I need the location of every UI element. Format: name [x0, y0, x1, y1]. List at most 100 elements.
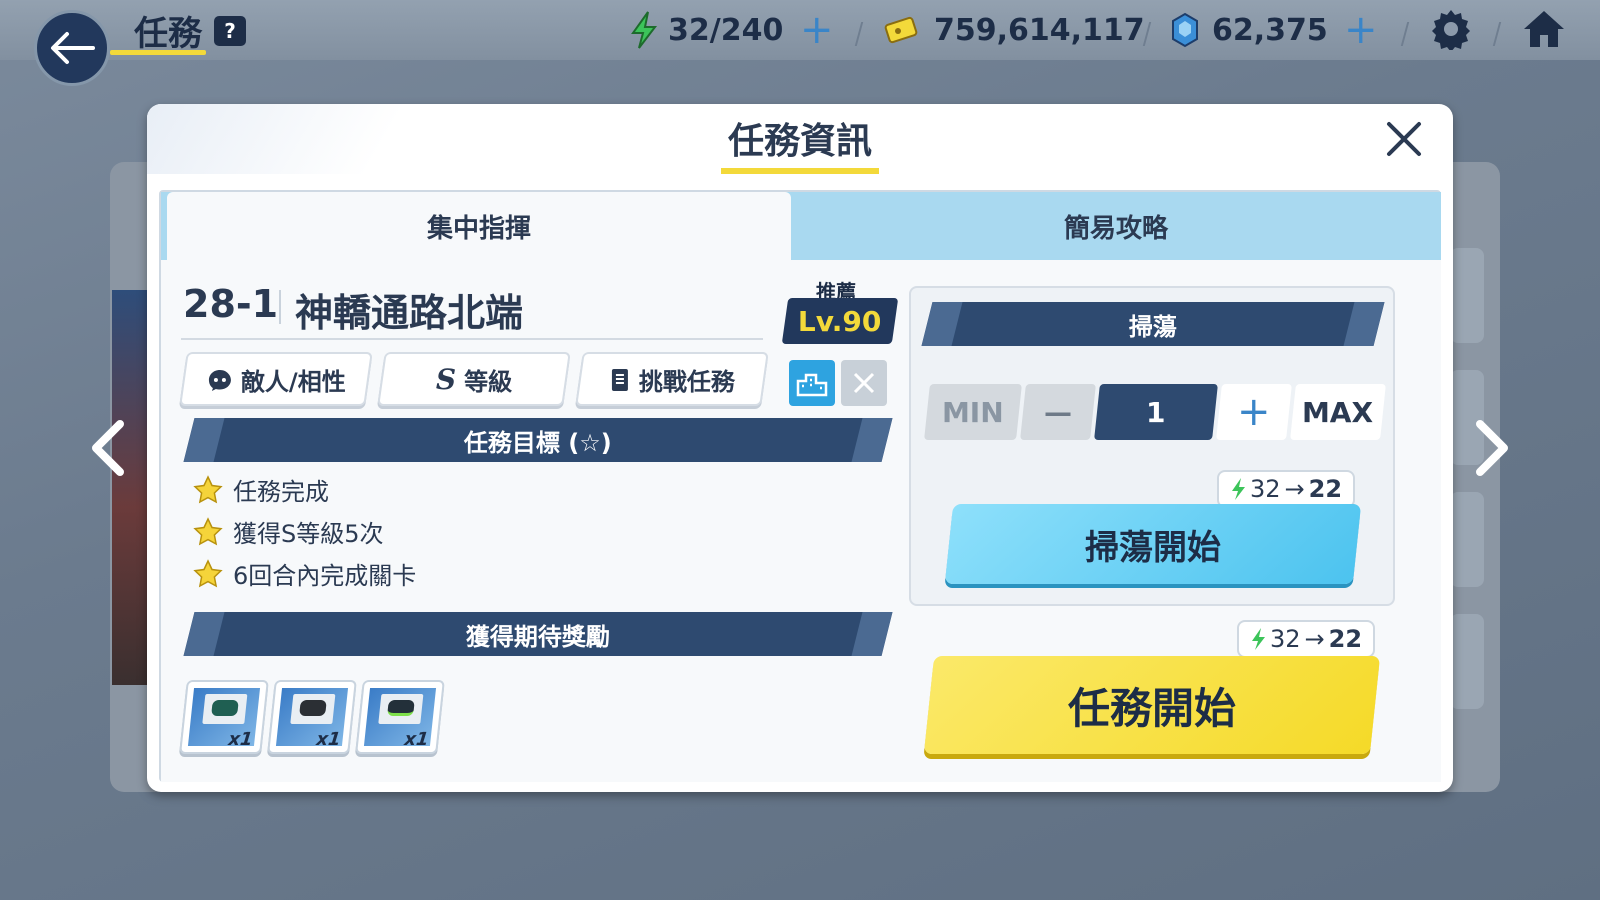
formation-toggle-button[interactable] [789, 360, 835, 406]
increment-button[interactable]: + [1216, 384, 1292, 440]
min-label: MIN [942, 395, 1004, 429]
tab-focused-command[interactable]: 集中指揮 [167, 192, 791, 260]
sweep-start-button[interactable]: 掃蕩開始 [944, 504, 1362, 584]
home-icon [1524, 11, 1564, 47]
reward-quantity: x1 [403, 729, 430, 750]
dialog-body: 集中指揮 簡易攻略 28-1 神轎通路北端 推薦 Lv.90 敵人/相性 S 等… [159, 190, 1441, 782]
plus-icon: + [1237, 389, 1271, 435]
lightning-icon [1231, 478, 1245, 500]
background-card [1450, 492, 1484, 587]
sweep-header: 掃蕩 [921, 302, 1385, 346]
rewards-header: 獲得期待獎勵 [183, 612, 893, 656]
rank-label: 等級 [464, 367, 513, 396]
sweep-count: 1 [1146, 395, 1166, 429]
goal-item: 獲得S等級5次 [193, 514, 384, 549]
title-underline [110, 50, 206, 55]
credits-resource: 759,614,117 [884, 10, 1145, 50]
mission-start-label: 任務開始 [1067, 683, 1236, 733]
arrow-right-icon: → [1304, 625, 1325, 653]
lightning-icon [1251, 628, 1265, 650]
decrement-button[interactable]: — [1020, 384, 1096, 440]
recommend-level: Lv.90 [798, 304, 882, 338]
cost-from: 32 [1249, 475, 1281, 503]
goal-text: 6回合內完成關卡 [233, 562, 417, 590]
gems-resource: 62,375 [1170, 10, 1328, 50]
divider [279, 290, 281, 324]
rewards-title: 獲得期待獎勵 [466, 622, 610, 651]
challenge-mission-button[interactable]: 挑戰任務 [575, 352, 769, 406]
tab-simple-guide[interactable]: 簡易攻略 [791, 192, 1441, 260]
settings-button[interactable] [1430, 8, 1472, 54]
back-arrow-icon [51, 32, 95, 64]
star-icon [193, 474, 223, 503]
add-gems-button[interactable]: + [1344, 10, 1378, 50]
min-button[interactable]: MIN [924, 384, 1022, 440]
notebook-icon [612, 368, 628, 390]
reward-item[interactable]: x1 [179, 680, 269, 754]
challenge-mission-label: 挑戰任務 [639, 367, 735, 396]
previous-stage-arrow-icon[interactable] [88, 418, 128, 478]
mission-goals-header: 任務目標 (☆) [183, 418, 893, 462]
mission-goals-title: 任務目標 (☆) [464, 428, 612, 457]
gems-value: 62,375 [1212, 12, 1328, 48]
help-icon[interactable]: ? [214, 16, 246, 46]
max-label: MAX [1302, 395, 1374, 429]
cost-from: 32 [1269, 625, 1301, 653]
lightning-icon [631, 11, 658, 49]
max-button[interactable]: MAX [1290, 384, 1386, 440]
add-ap-button[interactable]: + [800, 10, 834, 50]
credit-card-icon [884, 16, 918, 44]
shoes-dark-icon [299, 700, 327, 716]
ap-value: 32/240 [668, 12, 784, 48]
dialog-title-underline [721, 168, 879, 174]
enemy-info-button[interactable]: 敵人/相性 [179, 352, 373, 406]
shoes-striped-icon [387, 700, 415, 716]
star-icon [193, 516, 223, 545]
gem-icon [1172, 12, 1198, 48]
next-stage-arrow-icon[interactable] [1472, 418, 1512, 478]
cost-to: 22 [1308, 475, 1343, 503]
mission-cost-bubble: 32 → 22 [1237, 620, 1375, 658]
background-art [112, 290, 152, 685]
sweep-cost-bubble: 32 → 22 [1217, 470, 1355, 508]
reward-quantity: x1 [227, 729, 254, 750]
enemy-info-label: 敵人/相性 [240, 367, 346, 396]
goal-text: 任務完成 [233, 478, 329, 506]
gear-icon [1432, 10, 1470, 52]
reward-item[interactable]: x1 [267, 680, 357, 754]
minus-icon: — [1044, 395, 1072, 429]
tab-label: 簡易攻略 [1063, 213, 1168, 244]
credits-value: 759,614,117 [934, 12, 1145, 48]
recommend-level-badge: Lv.90 [781, 298, 899, 344]
background-card [1450, 248, 1484, 343]
divider [181, 338, 763, 340]
reward-quantity: x1 [315, 729, 342, 750]
dialog-title: 任務資訊 [727, 121, 872, 162]
page-title: 任務 [134, 14, 202, 54]
reward-item[interactable]: x1 [355, 680, 445, 754]
rank-s-icon: S [435, 362, 457, 396]
sweep-start-label: 掃蕩開始 [1085, 527, 1221, 568]
back-button[interactable] [34, 10, 110, 86]
stage-name: 神轎通路北端 [295, 291, 524, 335]
home-button[interactable] [1522, 8, 1566, 54]
stage-id: 28-1 [183, 282, 279, 326]
goal-item: 任務完成 [193, 472, 329, 507]
star-icon [193, 558, 223, 587]
close-icon[interactable] [1381, 116, 1427, 162]
disabled-toggle-button[interactable] [841, 360, 887, 406]
sweep-panel: 掃蕩 MIN — 1 + MAX 32 → 22 掃蕩開始 [909, 286, 1395, 606]
tab-content: 28-1 神轎通路北端 推薦 Lv.90 敵人/相性 S 等級 挑戰任務 任務目… [161, 260, 1441, 782]
goal-item: 6回合內完成關卡 [193, 556, 416, 591]
mission-info-dialog: 任務資訊 集中指揮 簡易攻略 28-1 神轎通路北端 推薦 Lv.90 敵人/相… [147, 104, 1453, 792]
shoes-green-icon [211, 700, 239, 716]
ap-resource: 32/240 [630, 10, 783, 50]
tab-label: 集中指揮 [426, 213, 531, 244]
sweep-title: 掃蕩 [1129, 312, 1177, 341]
arrow-right-icon: → [1284, 475, 1305, 503]
cost-to: 22 [1328, 625, 1363, 653]
rank-button[interactable]: S 等級 [377, 352, 571, 406]
close-icon [853, 372, 875, 394]
sweep-count-field[interactable]: 1 [1094, 384, 1218, 440]
mission-start-button[interactable]: 任務開始 [923, 656, 1381, 754]
